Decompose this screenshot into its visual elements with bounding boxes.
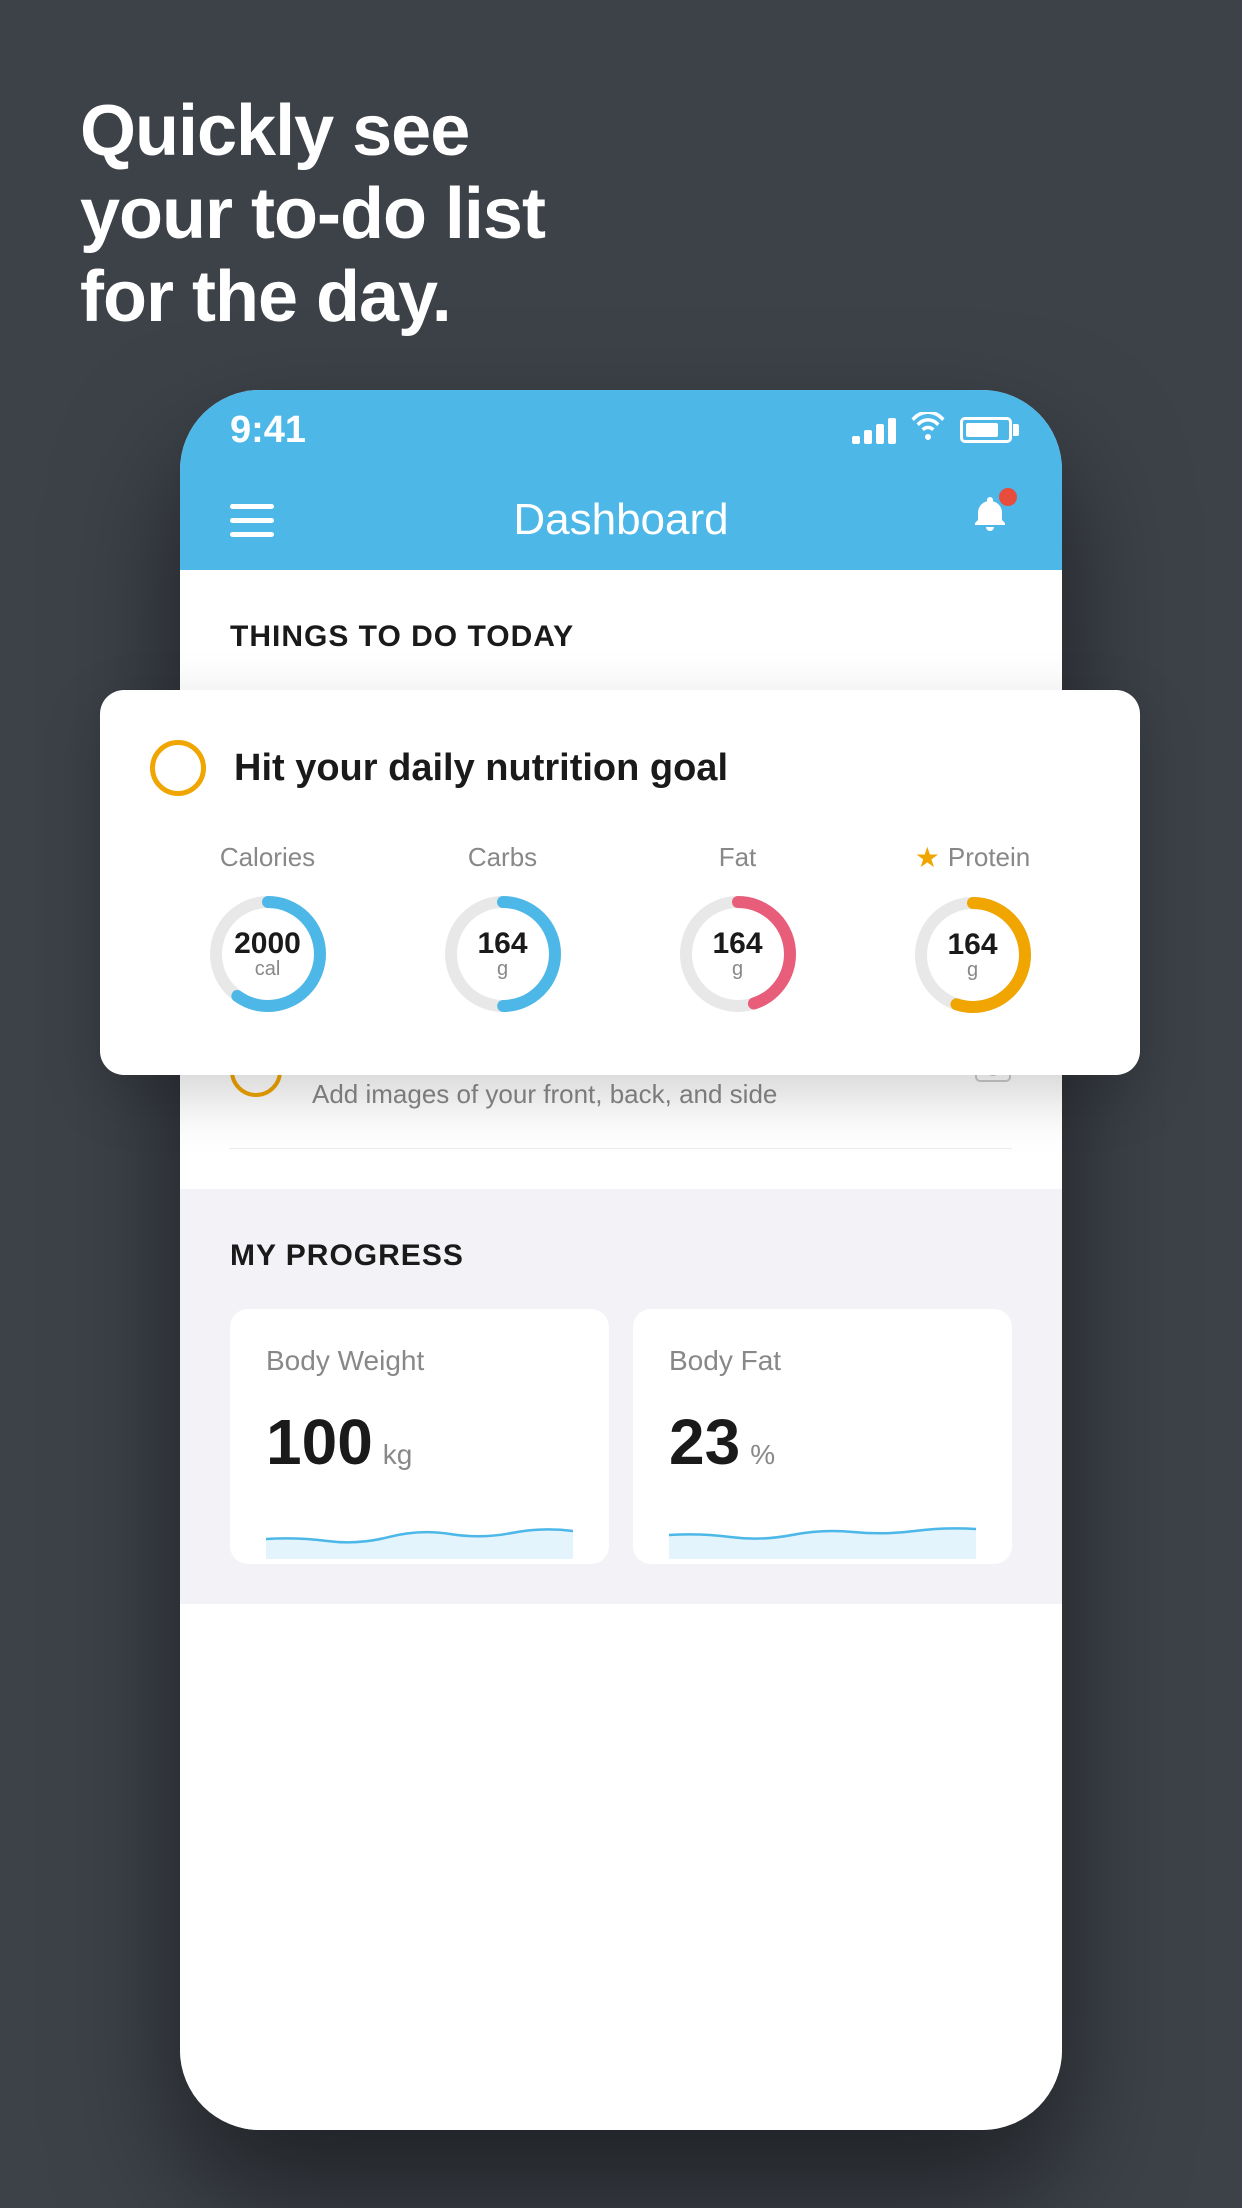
nutrition-protein: ★ Protein 164 g <box>908 841 1038 1020</box>
nutrition-card-title: Hit your daily nutrition goal <box>234 747 728 790</box>
progress-cards: Body Weight 100 kg Body Fat 23 % <box>230 1309 1012 1564</box>
nutrition-check-circle[interactable] <box>150 740 206 796</box>
carbs-unit: g <box>477 959 527 979</box>
fat-ring: 164 g <box>673 889 803 1019</box>
phone-mockup: 9:41 Dashboard <box>180 390 1062 2130</box>
wifi-icon <box>910 412 946 448</box>
body-fat-chart <box>669 1499 976 1559</box>
body-fat-label: Body Fat <box>669 1345 976 1377</box>
star-icon: ★ <box>915 841 940 874</box>
notification-dot <box>999 488 1017 506</box>
body-fat-unit: % <box>750 1439 775 1471</box>
section-header: THINGS TO DO TODAY <box>180 570 1062 684</box>
hero-text: Quickly see your to-do list for the day. <box>80 90 545 338</box>
fat-unit: g <box>712 959 762 979</box>
signal-icon <box>852 416 896 444</box>
todo-subtitle-photos: Add images of your front, back, and side <box>312 1079 944 1110</box>
calories-ring: 2000 cal <box>203 889 333 1019</box>
calories-unit: cal <box>234 959 301 979</box>
body-fat-value: 23 <box>669 1405 740 1479</box>
status-bar: 9:41 <box>180 390 1062 470</box>
hero-line-3: for the day. <box>80 256 545 339</box>
calories-value: 2000 <box>234 929 301 959</box>
nutrition-carbs: Carbs 164 g <box>438 842 568 1019</box>
progress-section: MY PROGRESS Body Weight 100 kg Body Fat <box>180 1189 1062 1604</box>
body-weight-chart <box>266 1499 573 1559</box>
nutrition-grid: Calories 2000 cal Carbs <box>150 841 1090 1020</box>
carbs-value: 164 <box>477 929 527 959</box>
hero-line-1: Quickly see <box>80 90 545 173</box>
nutrition-card: Hit your daily nutrition goal Calories 2… <box>100 690 1140 1075</box>
status-icons <box>852 412 1012 448</box>
nutrition-calories: Calories 2000 cal <box>203 842 333 1019</box>
body-weight-card[interactable]: Body Weight 100 kg <box>230 1309 609 1564</box>
progress-title: MY PROGRESS <box>230 1239 1012 1273</box>
nav-bar: Dashboard <box>180 470 1062 570</box>
status-time: 9:41 <box>230 409 306 452</box>
protein-value: 164 <box>947 930 997 960</box>
protein-label: ★ Protein <box>915 841 1031 874</box>
body-weight-value: 100 <box>266 1405 373 1479</box>
protein-unit: g <box>947 960 997 980</box>
hero-line-2: your to-do list <box>80 173 545 256</box>
body-weight-label: Body Weight <box>266 1345 573 1377</box>
battery-icon <box>960 417 1012 443</box>
carbs-label: Carbs <box>468 842 537 873</box>
body-fat-card[interactable]: Body Fat 23 % <box>633 1309 1012 1564</box>
hamburger-menu-button[interactable] <box>230 504 274 537</box>
carbs-ring: 164 g <box>438 889 568 1019</box>
protein-ring: 164 g <box>908 890 1038 1020</box>
nutrition-fat: Fat 164 g <box>673 842 803 1019</box>
bell-notification-button[interactable] <box>968 493 1012 548</box>
fat-value: 164 <box>712 929 762 959</box>
calories-label: Calories <box>220 842 315 873</box>
body-weight-unit: kg <box>383 1439 413 1471</box>
section-title: THINGS TO DO TODAY <box>230 620 574 653</box>
fat-label: Fat <box>719 842 757 873</box>
nav-title: Dashboard <box>513 495 728 545</box>
